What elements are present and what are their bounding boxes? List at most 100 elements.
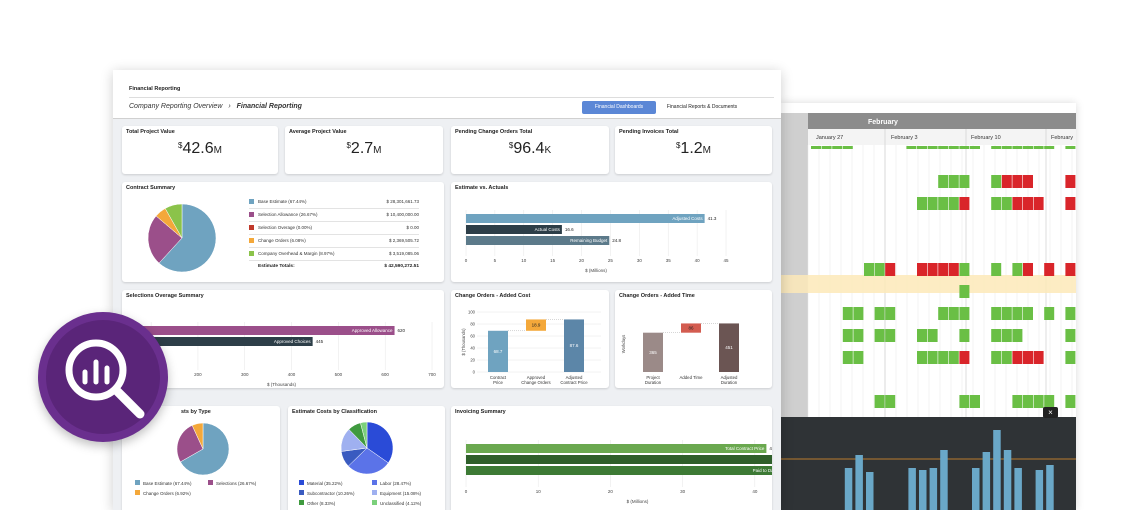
selections-overage-chart: 100200300400500600700Approved Allowance6… — [131, 322, 436, 387]
gantt-chart: February January 27 February 3 February … — [780, 113, 1076, 510]
legend-label: Change Orders (6.08%) — [258, 238, 306, 243]
gantt-cell — [1044, 146, 1055, 149]
bar — [466, 444, 767, 453]
contract-summary-pie — [147, 203, 217, 273]
gantt-histogram-bar — [855, 455, 863, 510]
legend-swatch — [299, 490, 304, 495]
gantt-cell — [927, 146, 938, 149]
estimate-vs-actuals-chart: 0 5 10 15 20 25 30 35 40 45 Adjusted Costs 41.3 Actu… — [465, 210, 729, 273]
gantt-histogram-bar — [866, 472, 874, 510]
gantt-cell — [1044, 263, 1055, 276]
gantt-cell — [938, 175, 949, 188]
estimate-vs-actuals-card: Estimate vs. Actuals 0 5 10 15 20 25 30 35 40 45 A… — [451, 182, 772, 282]
axis-label: $ (Millions) — [585, 268, 607, 273]
bar-value: 24.8 — [612, 238, 621, 243]
selections-overage-card: Selections Overage Summary 1002003004005… — [122, 290, 444, 388]
legend-swatch — [372, 500, 377, 505]
kpi-value: $1.2M — [675, 140, 712, 157]
gantt-cell — [948, 175, 959, 188]
financial-dashboard: Financial Reporting Company Reporting Ov… — [113, 70, 781, 510]
close-button[interactable]: × — [1043, 407, 1058, 418]
tick-label: 700 — [428, 372, 436, 377]
gantt-cell — [1012, 197, 1023, 210]
gantt-cell — [1023, 175, 1033, 188]
gantt-cell — [811, 146, 821, 149]
gantt-cell — [917, 197, 927, 210]
bar-label: Adjusted Costs — [672, 216, 703, 221]
bar-value: 16.6 — [565, 227, 574, 232]
gantt-cell — [853, 351, 864, 364]
category-label: Duration — [721, 380, 738, 385]
contract-summary-card: Contract Summary Base Estimate (67.44%) $… — [122, 182, 444, 282]
gantt-histogram-bar — [929, 468, 938, 510]
tab-financial-reports[interactable]: Financial Reports & Documents — [659, 101, 745, 114]
bar — [466, 466, 772, 475]
card-title: Estimate Costs by Classification — [292, 409, 377, 415]
legend-value: $ 28,301,661.73 — [386, 199, 419, 204]
kpi-value: $2.7M — [346, 140, 382, 157]
gantt-cell — [970, 146, 980, 149]
axis-label: $ (Thousands) — [267, 382, 297, 387]
gantt-histogram-bar — [940, 450, 948, 510]
gantt-cell — [948, 146, 959, 149]
gantt-cell — [1001, 197, 1012, 210]
bar-label: Approved Allowance — [352, 328, 393, 333]
gantt-cell — [927, 351, 938, 364]
gantt-histogram-bar — [919, 470, 927, 510]
estimate-totals-label: Estimate Totals: — [258, 264, 295, 269]
gantt-cell — [1001, 351, 1012, 364]
tick-label: 500 — [335, 372, 343, 377]
gantt-cell — [938, 351, 949, 364]
gantt-cell — [1065, 307, 1076, 320]
category-label: Price — [493, 380, 503, 385]
gantt-week-label: January 27 — [816, 135, 843, 141]
estimate-totals-value: $ 42,590,272.51 — [384, 264, 419, 269]
tick-label: 100 — [468, 310, 476, 315]
gantt-cell — [959, 197, 970, 210]
breadcrumb-parent[interactable]: Company Reporting Overview — [129, 103, 222, 110]
gantt-histogram-bar — [844, 468, 853, 510]
legend-swatch — [249, 199, 254, 204]
gantt-month-header-bg — [780, 113, 1076, 129]
gantt-cell — [1033, 197, 1044, 210]
gantt-cell — [959, 307, 970, 320]
tick-label: 5 — [494, 258, 497, 263]
legend-value: $ 0.00 — [406, 225, 419, 230]
tick-label: 0 — [465, 258, 468, 263]
kpi-title: Total Project Value — [126, 129, 175, 135]
gantt-cell — [991, 197, 1002, 210]
invoicing-summary-card: Invoicing Summary 0 10 20 30 40 Total Contrac… — [451, 406, 772, 510]
header-divider — [129, 97, 774, 98]
legend-item: Material (35.22%) — [299, 480, 343, 486]
gantt-histogram-bar — [1046, 465, 1054, 510]
legend-item: Selections (26.67%) — [208, 480, 256, 486]
app-title: Financial Reporting — [129, 86, 181, 92]
gantt-cell — [842, 329, 853, 342]
bar-value: 18.9 — [532, 323, 541, 328]
bar-label: Remaining Budget — [570, 238, 608, 243]
gantt-cell — [864, 263, 874, 276]
tick-label: 600 — [381, 372, 389, 377]
category-label: Added Time — [680, 375, 704, 380]
tick-label: 40 — [470, 346, 475, 351]
gantt-cell — [853, 329, 864, 342]
gantt-cell — [842, 146, 853, 149]
gantt-cell — [1012, 307, 1023, 320]
bar-label: Approved Choices — [274, 339, 312, 344]
gantt-cell — [1023, 146, 1033, 149]
gantt-cell — [1012, 175, 1023, 188]
legend-row: Selection Allowance (26.67%) $ 10,400,000… — [249, 209, 419, 222]
legend-label: Company Overhead & Margin (8.97%) — [258, 251, 335, 256]
gantt-week-label: February 10 — [971, 135, 1001, 141]
legend-swatch — [299, 480, 304, 485]
tab-financial-dashboards[interactable]: Financial Dashboards — [582, 101, 656, 114]
gantt-cell — [1044, 307, 1055, 320]
bar — [466, 455, 772, 464]
legend-swatch — [249, 212, 254, 217]
gantt-histogram-bg — [780, 417, 1076, 510]
breadcrumb-current: Financial Reporting — [236, 103, 302, 110]
gantt-cell — [991, 351, 1002, 364]
gantt-cell — [1023, 197, 1033, 210]
gantt-histogram-bar — [908, 468, 916, 510]
kpi-card-pending-invoices: Pending Invoices Total $1.2M — [615, 126, 772, 174]
